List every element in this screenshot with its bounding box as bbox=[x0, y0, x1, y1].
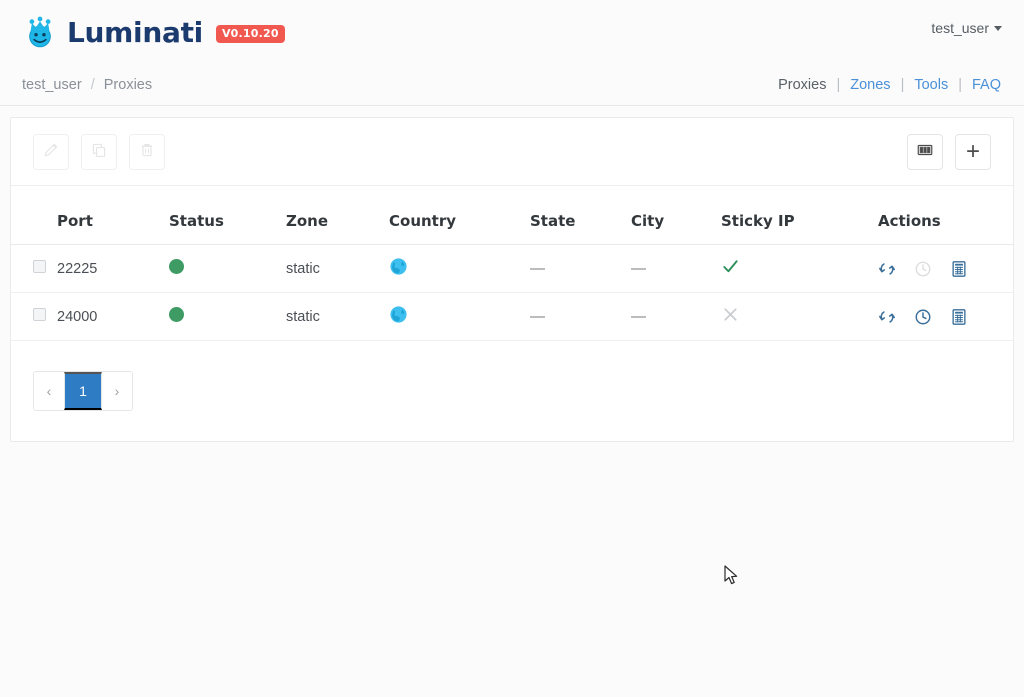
clock-icon[interactable] bbox=[914, 308, 932, 326]
columns-icon bbox=[916, 141, 934, 162]
row-actions bbox=[878, 260, 1013, 278]
cell-port: 24000 bbox=[57, 293, 169, 341]
user-menu[interactable]: test_user bbox=[931, 20, 1002, 36]
cell-zone: static bbox=[286, 293, 389, 341]
cell-country bbox=[389, 245, 530, 293]
cell-state: — bbox=[530, 293, 631, 341]
cell-sticky-ip bbox=[721, 293, 878, 341]
proxies-card: + Port Status Zone Country State City St… bbox=[10, 117, 1014, 442]
check-icon bbox=[721, 257, 740, 280]
brand-name: Luminati bbox=[67, 16, 203, 49]
globe-icon bbox=[389, 257, 408, 280]
toolbar-right-buttons: + bbox=[907, 134, 991, 170]
edit-button[interactable] bbox=[33, 134, 69, 170]
plus-icon: + bbox=[966, 140, 980, 164]
copy-icon bbox=[91, 142, 107, 161]
cell-city: — bbox=[631, 293, 721, 341]
cell-actions bbox=[878, 245, 1013, 293]
logs-icon[interactable] bbox=[950, 260, 968, 278]
row-select-cell bbox=[11, 245, 57, 293]
table-body: 22225 static bbox=[11, 245, 1013, 341]
pagination-page-1[interactable]: 1 bbox=[64, 372, 102, 410]
nav-item-proxies[interactable]: Proxies bbox=[777, 77, 827, 93]
add-proxy-button[interactable]: + bbox=[955, 134, 991, 170]
row-select-cell bbox=[11, 293, 57, 341]
cell-actions bbox=[878, 293, 1013, 341]
pagination-next-button[interactable]: › bbox=[102, 372, 132, 410]
duplicate-button[interactable] bbox=[81, 134, 117, 170]
app-header: Luminati V0.10.20 test_user bbox=[0, 0, 1024, 64]
refresh-icon[interactable] bbox=[878, 260, 896, 278]
pagination: ‹ 1 › bbox=[33, 371, 133, 411]
app-root: Luminati V0.10.20 test_user test_user / … bbox=[0, 0, 1024, 697]
status-dot-online bbox=[169, 307, 184, 322]
delete-button[interactable] bbox=[129, 134, 165, 170]
refresh-icon[interactable] bbox=[878, 308, 896, 326]
row-checkbox[interactable] bbox=[33, 308, 46, 321]
cell-zone: static bbox=[286, 245, 389, 293]
column-header-city[interactable]: City bbox=[631, 186, 721, 245]
status-dot-online bbox=[169, 259, 184, 274]
column-header-country[interactable]: Country bbox=[389, 186, 530, 245]
trash-icon bbox=[139, 142, 155, 161]
nav-item-zones[interactable]: Zones bbox=[849, 77, 891, 93]
clock-icon[interactable] bbox=[914, 260, 932, 278]
column-header-state[interactable]: State bbox=[530, 186, 631, 245]
table-toolbar: + bbox=[11, 118, 1013, 186]
caret-down-icon bbox=[994, 26, 1002, 31]
nav-item-tools[interactable]: Tools bbox=[913, 77, 949, 93]
version-badge: V0.10.20 bbox=[216, 25, 285, 43]
column-header-actions: Actions bbox=[878, 186, 1013, 245]
columns-button[interactable] bbox=[907, 134, 943, 170]
breadcrumb: test_user / Proxies bbox=[22, 77, 152, 93]
table-header: Port Status Zone Country State City Stic… bbox=[11, 186, 1013, 245]
column-header-sticky-ip[interactable]: Sticky IP bbox=[721, 186, 878, 245]
cell-port: 22225 bbox=[57, 245, 169, 293]
nav-separator: | bbox=[836, 77, 840, 93]
cell-city: — bbox=[631, 245, 721, 293]
close-icon bbox=[721, 305, 740, 328]
brand: Luminati V0.10.20 bbox=[22, 14, 285, 50]
dash-placeholder: — bbox=[631, 308, 646, 325]
breadcrumb-current: Proxies bbox=[104, 77, 152, 93]
globe-icon bbox=[389, 305, 408, 328]
breadcrumb-separator: / bbox=[91, 77, 95, 93]
cell-country bbox=[389, 293, 530, 341]
nav-item-faq[interactable]: FAQ bbox=[971, 77, 1002, 93]
top-navigation: Proxies | Zones | Tools | FAQ bbox=[777, 77, 1002, 93]
row-actions bbox=[878, 308, 1013, 326]
table-row[interactable]: 24000 static bbox=[11, 293, 1013, 341]
dash-placeholder: — bbox=[530, 260, 545, 277]
dash-placeholder: — bbox=[631, 260, 646, 277]
dash-placeholder: — bbox=[530, 308, 545, 325]
cell-status bbox=[169, 293, 286, 341]
pencil-icon bbox=[43, 142, 59, 161]
logs-icon[interactable] bbox=[950, 308, 968, 326]
nav-separator: | bbox=[901, 77, 905, 93]
proxies-table: Port Status Zone Country State City Stic… bbox=[11, 186, 1013, 341]
column-header-status[interactable]: Status bbox=[169, 186, 286, 245]
cell-state: — bbox=[530, 245, 631, 293]
column-header-select bbox=[11, 186, 57, 245]
column-header-zone[interactable]: Zone bbox=[286, 186, 389, 245]
table-header-row: Port Status Zone Country State City Stic… bbox=[11, 186, 1013, 245]
pagination-prev-button[interactable]: ‹ bbox=[34, 372, 64, 410]
toolbar-left-buttons bbox=[33, 134, 165, 170]
user-menu-label: test_user bbox=[931, 20, 989, 36]
cell-status bbox=[169, 245, 286, 293]
column-header-port[interactable]: Port bbox=[57, 186, 169, 245]
mouse-cursor bbox=[724, 565, 740, 592]
table-row[interactable]: 22225 static bbox=[11, 245, 1013, 293]
luminati-smiley-crown-icon bbox=[22, 14, 58, 50]
breadcrumb-root[interactable]: test_user bbox=[22, 77, 82, 93]
cell-sticky-ip bbox=[721, 245, 878, 293]
nav-separator: | bbox=[958, 77, 962, 93]
subheader: test_user / Proxies Proxies | Zones | To… bbox=[0, 64, 1024, 106]
pagination-area: ‹ 1 › bbox=[11, 341, 1013, 441]
row-checkbox[interactable] bbox=[33, 260, 46, 273]
